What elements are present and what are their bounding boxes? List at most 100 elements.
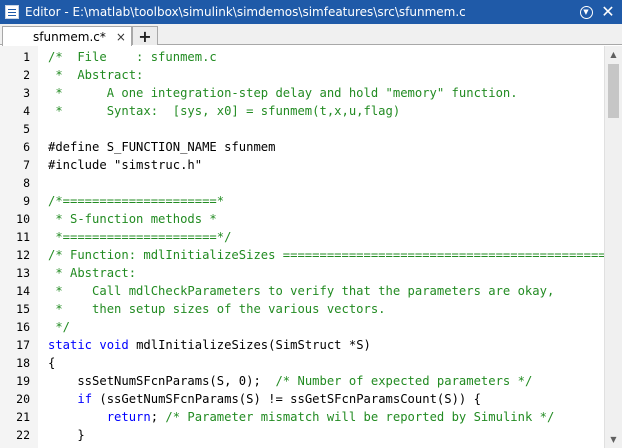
- code-text: * Abstract:: [48, 66, 143, 84]
- line-number: 2: [23, 68, 30, 82]
- code-text: }: [48, 426, 84, 444]
- code-token: * Call mdlCheckParameters to verify that…: [48, 284, 555, 298]
- line-number: 20: [16, 392, 30, 406]
- code-line[interactable]: 7 #include "simstruc.h": [0, 156, 604, 174]
- code-token: * Abstract:: [48, 266, 137, 280]
- code-token: "simstruc.h": [114, 158, 203, 172]
- code-text: /*=====================*: [48, 192, 224, 210]
- code-text: if (ssGetNumSFcnParams(S) != ssGetSFcnPa…: [48, 390, 481, 408]
- line-number: 12: [16, 248, 30, 262]
- line-number: 6: [23, 140, 30, 154]
- code-line[interactable]: 1 /* File : sfunmem.c: [0, 48, 604, 66]
- code-line[interactable]: 3 * A one integration-step delay and hol…: [0, 84, 604, 102]
- code-line[interactable]: 2 * Abstract:: [0, 66, 604, 84]
- code-token: (ssGetNumSFcnParams(S) != ssGetSFcnParam…: [92, 392, 481, 406]
- code-token: /* Function: mdlInitializeSizes ========…: [48, 248, 604, 262]
- code-text: {: [48, 354, 55, 372]
- code-token: mdlInitializeSizes(SimStruct *S): [128, 338, 371, 352]
- code-token: /* Parameter mismatch will be reported b…: [165, 410, 555, 424]
- line-number: 7: [23, 158, 30, 172]
- code-token: #include: [48, 158, 115, 172]
- code-line[interactable]: 9 /*=====================*: [0, 192, 604, 210]
- tab-sfunmem[interactable]: sfunmem.c* ×: [2, 26, 132, 46]
- code-line[interactable]: 4 * Syntax: [sys, x0] = sfunmem(t,x,u,fl…: [0, 102, 604, 120]
- line-number: 4: [23, 104, 30, 118]
- line-number: 10: [16, 212, 30, 226]
- code-token: /*=====================*: [48, 194, 225, 208]
- code-token: *=====================*/: [48, 230, 232, 244]
- close-window-button[interactable]: ✕: [598, 2, 618, 22]
- code-text: */: [48, 318, 70, 336]
- code-line[interactable]: 8: [0, 174, 604, 192]
- code-text: * S-function methods *: [48, 210, 217, 228]
- code-token: * Abstract:: [48, 68, 144, 82]
- circle-chevron-down-icon: ▼: [579, 5, 593, 19]
- code-token: ;: [150, 410, 166, 424]
- line-number: 8: [23, 176, 30, 190]
- code-line[interactable]: 6 #define S_FUNCTION_NAME sfunmem: [0, 138, 604, 156]
- code-line[interactable]: 21 return; /* Parameter mismatch will be…: [0, 408, 604, 426]
- code-line[interactable]: 12 /* Function: mdlInitializeSizes ======…: [0, 246, 604, 264]
- document-tab-bar: sfunmem.c* × +: [0, 24, 622, 46]
- code-line[interactable]: 15 * then setup sizes of the various vec…: [0, 300, 604, 318]
- code-token: ssSetNumSFcnParams(S, 0);: [48, 374, 276, 388]
- code-line[interactable]: 16 */: [0, 318, 604, 336]
- code-line[interactable]: 11 *=====================*/: [0, 228, 604, 246]
- line-number: 11: [16, 230, 30, 244]
- code-token: {: [48, 356, 56, 370]
- code-token: */: [48, 320, 71, 334]
- line-number: 15: [16, 302, 30, 316]
- code-token: * Syntax: [sys, x0] = sfunmem(t,x,u,flag…: [48, 104, 401, 118]
- line-number: 18: [16, 356, 30, 370]
- code-text: * then setup sizes of the various vector…: [48, 300, 386, 318]
- line-number: 16: [16, 320, 30, 334]
- code-token: if: [77, 392, 93, 406]
- line-number: 19: [16, 374, 30, 388]
- editor-app-icon: [5, 5, 19, 19]
- code-token: return: [106, 410, 151, 424]
- code-line[interactable]: 17 static void mdlInitializeSizes(SimStru…: [0, 336, 604, 354]
- line-number: 21: [16, 410, 30, 424]
- line-number: 9: [23, 194, 30, 208]
- code-line[interactable]: 19 ssSetNumSFcnParams(S, 0); /* Number o…: [0, 372, 604, 390]
- tab-close-icon[interactable]: ×: [116, 30, 126, 44]
- window-menu-button[interactable]: ▼: [576, 2, 596, 22]
- code-text: * A one integration-step delay and hold …: [48, 84, 518, 102]
- code-line[interactable]: 13 * Abstract:: [0, 264, 604, 282]
- line-number: 17: [16, 338, 30, 352]
- line-number: 1: [23, 50, 30, 64]
- code-token: * A one integration-step delay and hold …: [48, 86, 518, 100]
- scroll-up-arrow-icon[interactable]: ▲: [605, 46, 622, 63]
- code-text: * Syntax: [sys, x0] = sfunmem(t,x,u,flag…: [48, 102, 400, 120]
- code-line[interactable]: 18 {: [0, 354, 604, 372]
- code-line[interactable]: 10 * S-function methods *: [0, 210, 604, 228]
- code-token: * then setup sizes of the various vector…: [48, 302, 386, 316]
- code-text: * Call mdlCheckParameters to verify that…: [48, 282, 554, 300]
- code-token: static: [48, 338, 93, 352]
- code-editor[interactable]: 1/* File : sfunmem.c 2 * Abstract: 3 * A o…: [0, 46, 604, 448]
- code-line[interactable]: 14 * Call mdlCheckParameters to verify t…: [0, 282, 604, 300]
- code-text: #include "simstruc.h": [48, 156, 202, 174]
- code-line[interactable]: 20 if (ssGetNumSFcnParams(S) != ssGetSFc…: [0, 390, 604, 408]
- line-number: 3: [23, 86, 30, 100]
- code-token: /* File : sfunmem.c: [48, 50, 217, 64]
- code-line[interactable]: 5: [0, 120, 604, 138]
- scrollbar-thumb[interactable]: [608, 64, 619, 118]
- vertical-scrollbar[interactable]: ▲ ▼: [604, 46, 622, 448]
- window-title: Editor - E:\matlab\toolbox\simulink\simd…: [25, 5, 466, 19]
- scroll-down-arrow-icon[interactable]: ▼: [605, 431, 622, 448]
- line-number: 22: [16, 428, 30, 442]
- code-line[interactable]: 22 }: [0, 426, 604, 444]
- code-text: static void mdlInitializeSizes(SimStruct…: [48, 336, 371, 354]
- title-bar: Editor - E:\matlab\toolbox\simulink\simd…: [0, 0, 622, 24]
- code-text: /* File : sfunmem.c: [48, 48, 217, 66]
- code-token: /* Number of expected parameters */: [275, 374, 533, 388]
- code-token: void: [99, 338, 129, 352]
- tab-label: sfunmem.c*: [33, 29, 106, 44]
- add-tab-button[interactable]: +: [132, 26, 158, 46]
- code-token: #define S_FUNCTION_NAME sfunmem: [48, 140, 276, 154]
- code-token: * S-function methods *: [48, 212, 217, 226]
- code-text: return; /* Parameter mismatch will be re…: [48, 408, 555, 426]
